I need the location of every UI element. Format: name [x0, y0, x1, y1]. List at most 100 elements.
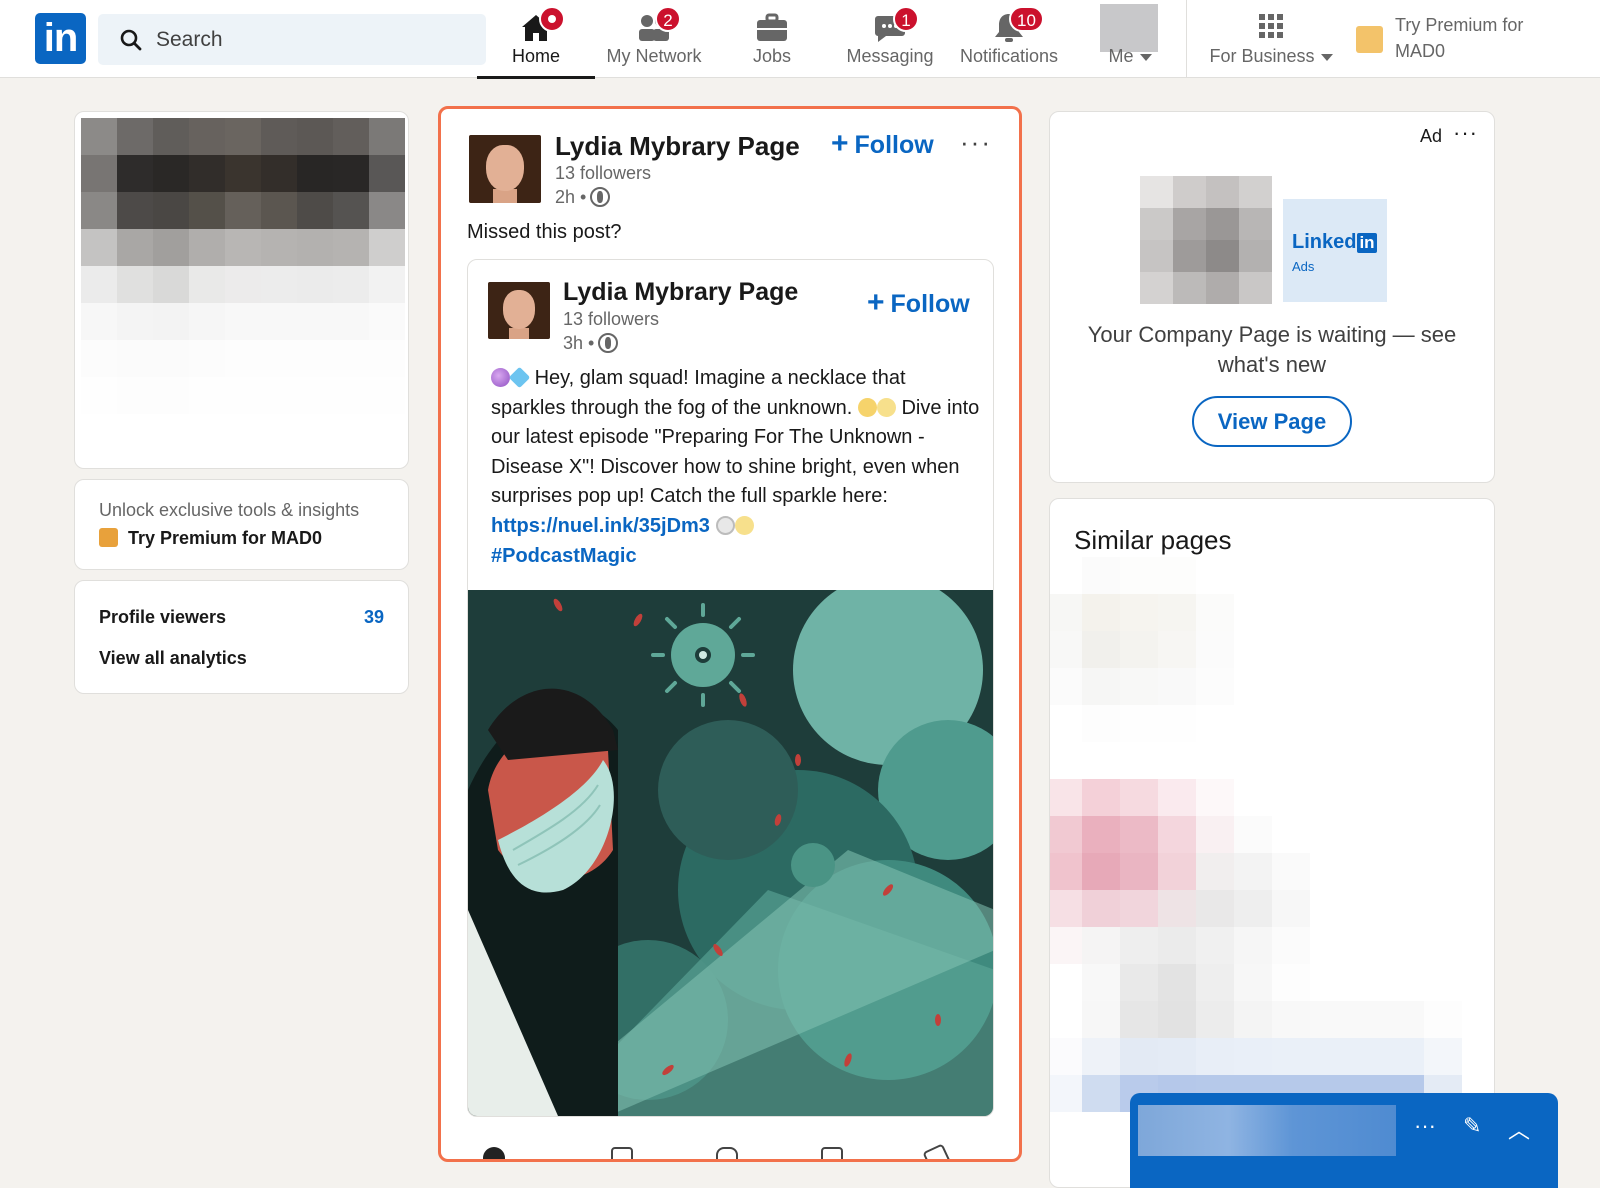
blur-tile — [189, 377, 225, 414]
blur-tile — [1272, 1001, 1310, 1038]
blur-tile — [1424, 705, 1462, 742]
nav-messaging[interactable]: 1 Messaging — [831, 0, 949, 78]
blur-tile — [1234, 1038, 1272, 1075]
notifications-badge: 10 — [1009, 6, 1044, 32]
blur-tile — [225, 414, 261, 451]
globe-icon — [590, 187, 611, 207]
messaging-overlay-bar[interactable]: ··· ✎ ︿ — [1130, 1093, 1558, 1188]
nav-home[interactable]: Home — [477, 0, 595, 79]
blur-tile — [1424, 594, 1462, 631]
nav-divider — [1186, 0, 1187, 78]
blur-tile — [117, 377, 153, 414]
blur-tile — [1272, 557, 1310, 594]
nav-jobs[interactable]: Jobs — [713, 0, 831, 78]
blur-tile — [369, 192, 405, 229]
post-more-button[interactable]: ··· — [960, 127, 992, 158]
chevron-up-icon[interactable]: ︿ — [1508, 1113, 1530, 1145]
ad-text: Your Company Page is waiting — see what'… — [1087, 322, 1457, 377]
follow-button[interactable]: + Follow — [831, 127, 934, 161]
blur-tile — [1234, 742, 1272, 779]
profile-viewers-row[interactable]: Profile viewers 39 — [99, 607, 384, 628]
search-bar[interactable] — [98, 14, 486, 65]
blur-tile — [1196, 742, 1234, 779]
blur-tile — [261, 155, 297, 192]
blur-tile — [1196, 890, 1234, 927]
blur-tile — [1082, 964, 1120, 1001]
repost-icon[interactable] — [821, 1147, 843, 1159]
blur-tile — [261, 192, 297, 229]
post-author-name[interactable]: Lydia Mybrary Page — [555, 131, 800, 162]
blur-tile — [1310, 890, 1348, 927]
blur-tile — [333, 118, 369, 155]
blur-tile — [1196, 964, 1234, 1001]
blur-tile — [1120, 816, 1158, 853]
messaging-more-button[interactable]: ··· — [1414, 1113, 1436, 1139]
view-page-button[interactable]: View Page — [1192, 396, 1352, 447]
messaging-badge: 1 — [893, 6, 919, 32]
blur-tile — [1424, 927, 1462, 964]
reshared-post[interactable]: Lydia Mybrary Page 13 followers 3h • + Fo… — [467, 259, 994, 1117]
blur-tile — [1050, 853, 1082, 890]
try-premium-link[interactable]: Try Premium for MAD0 — [99, 528, 322, 549]
blur-tile — [1050, 594, 1082, 631]
blur-tile — [153, 155, 189, 192]
blur-tile — [153, 192, 189, 229]
linkedin-logo[interactable]: in — [35, 13, 86, 64]
blur-tile — [1310, 853, 1348, 890]
ad-more-button[interactable]: ··· — [1453, 120, 1478, 146]
blur-tile — [1386, 705, 1424, 742]
blur-tile — [1140, 272, 1173, 304]
similar-pages-card: Similar pages — [1049, 498, 1495, 1188]
page-avatar[interactable] — [469, 135, 541, 203]
page-avatar[interactable] — [488, 282, 550, 339]
blur-tile — [1386, 779, 1424, 816]
compose-icon[interactable]: ✎ — [1463, 1113, 1481, 1139]
blur-tile — [1310, 668, 1348, 705]
actor-avatar-icon[interactable] — [483, 1147, 505, 1159]
blur-tile — [1140, 176, 1173, 208]
blur-tile — [1050, 1001, 1082, 1038]
blur-tile — [1050, 742, 1082, 779]
blur-tile — [1158, 742, 1196, 779]
nav-my-network[interactable]: 2 My Network — [595, 0, 713, 78]
profile-card — [74, 111, 409, 469]
blur-tile — [1206, 240, 1239, 272]
nav-home-label: Home — [511, 46, 560, 66]
nav-me[interactable]: Me — [1090, 0, 1170, 78]
reshared-follow-button[interactable]: + Follow — [867, 286, 970, 320]
comment-icon[interactable] — [716, 1147, 738, 1159]
blur-tile — [1158, 779, 1196, 816]
blur-tile — [1158, 705, 1196, 742]
blur-tile — [1348, 927, 1386, 964]
blur-tile — [1120, 594, 1158, 631]
nav-for-business[interactable]: For Business — [1196, 0, 1346, 78]
blur-tile — [1140, 240, 1173, 272]
blur-tile — [1196, 631, 1234, 668]
blur-tile — [1082, 1001, 1120, 1038]
blur-tile — [117, 155, 153, 192]
nav-notifications[interactable]: 10 Notifications — [949, 0, 1069, 78]
blur-tile — [189, 192, 225, 229]
post-link[interactable]: https://nuel.ink/35jDm3 — [491, 515, 710, 537]
nav-messaging-label: Messaging — [846, 46, 934, 66]
post-action-bar — [481, 1129, 981, 1159]
blur-tile — [297, 377, 333, 414]
blur-tile — [1272, 705, 1310, 742]
member-blurred-avatar — [1140, 176, 1272, 304]
reshared-author-name[interactable]: Lydia Mybrary Page — [563, 278, 798, 307]
blur-tile — [1234, 853, 1272, 890]
post-illustration-image[interactable] — [468, 590, 994, 1116]
premium-upsell-card: Unlock exclusive tools & insights Try Pr… — [74, 479, 409, 570]
blur-tile — [1386, 890, 1424, 927]
view-all-analytics-link[interactable]: View all analytics — [99, 648, 247, 669]
post-hashtag[interactable]: #PodcastMagic — [491, 545, 637, 567]
blur-tile — [1196, 1038, 1234, 1075]
blur-tile — [1348, 816, 1386, 853]
search-input[interactable] — [156, 14, 466, 65]
post-timestamp: 2h • — [555, 187, 611, 208]
like-icon[interactable] — [611, 1147, 633, 1159]
blur-tile — [1196, 1001, 1234, 1038]
profile-viewers-count: 39 — [363, 607, 384, 627]
blur-tile — [1310, 964, 1348, 1001]
send-icon[interactable] — [922, 1143, 952, 1159]
